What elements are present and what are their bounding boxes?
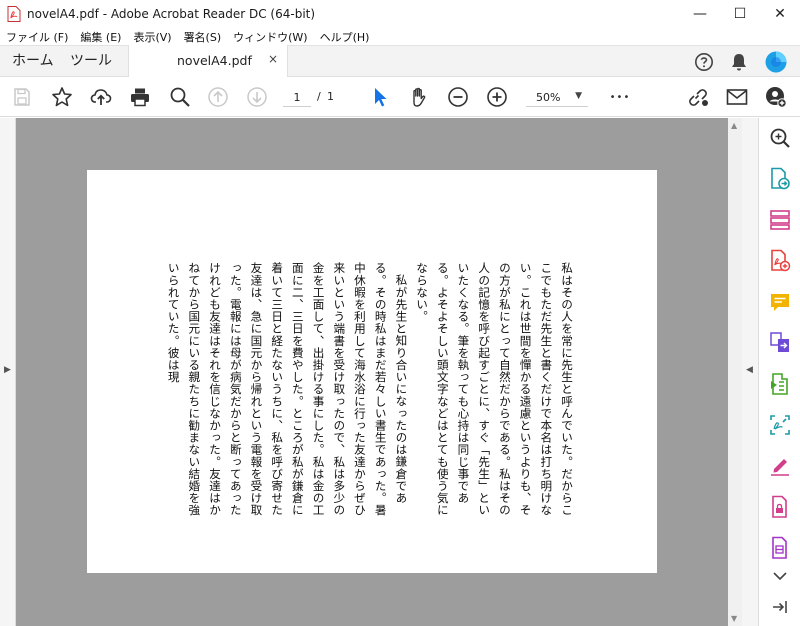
vertical-scrollbar[interactable]: ▲ ▼: [728, 118, 742, 626]
menu-window[interactable]: ウィンドウ(W): [233, 29, 307, 45]
next-page-icon[interactable]: [245, 85, 269, 109]
tab-bar: ホーム ツール novelA4.pdf ×: [0, 45, 800, 78]
paragraph-1: 私はその人を常に先生と呼んでいた。だからここでもただ先生と書くだけで本名は打ち明…: [415, 262, 574, 517]
previous-page-icon[interactable]: [206, 85, 230, 109]
share-link-icon[interactable]: [686, 85, 710, 109]
window-title: novelA4.pdf - Adobe Acrobat Reader DC (6…: [27, 7, 316, 21]
zoom-level-value: 50%: [536, 91, 561, 104]
help-icon[interactable]: [692, 50, 716, 74]
left-panel-toggle[interactable]: ▶: [0, 118, 16, 626]
edit-pdf-icon[interactable]: [768, 536, 792, 560]
zoom-in-icon[interactable]: [485, 85, 509, 109]
menu-help[interactable]: ヘルプ(H): [320, 29, 370, 45]
close-window-button[interactable]: ✕: [760, 0, 800, 28]
pdf-page: 私はその人を常に先生と呼んでいた。だからここでもただ先生と書くだけで本名は打ち明…: [87, 170, 657, 573]
page-separator: /: [317, 90, 321, 103]
document-tab-label: novelA4.pdf: [177, 53, 252, 68]
menu-view[interactable]: 表示(V): [133, 29, 171, 45]
scan-ocr-icon[interactable]: [768, 413, 792, 437]
add-user-icon[interactable]: [764, 85, 788, 109]
tab-home[interactable]: ホーム: [12, 46, 54, 77]
menu-edit[interactable]: 編集 (E): [80, 29, 121, 45]
fill-sign-icon[interactable]: [768, 454, 792, 478]
right-panel-toggle[interactable]: ◀: [742, 118, 758, 626]
expand-left-arrow-icon: ▶: [4, 365, 11, 375]
organize-pages-icon[interactable]: [768, 208, 792, 232]
profile-avatar-icon[interactable]: [764, 50, 788, 74]
page-total: 1: [327, 90, 334, 103]
export-pdf-icon[interactable]: [768, 167, 792, 191]
combine-files-icon[interactable]: [768, 331, 792, 355]
pdf-file-icon: [7, 6, 21, 22]
page-number-input[interactable]: 1: [283, 89, 311, 107]
toolbar: 1 / 1 50% ▼ •••: [0, 77, 800, 117]
star-icon[interactable]: [50, 85, 74, 109]
compress-pdf-icon[interactable]: [768, 372, 792, 396]
chevron-down-icon: ▼: [575, 91, 582, 101]
menu-file[interactable]: ファイル (F): [6, 29, 68, 45]
search-zoom-icon[interactable]: [168, 85, 192, 109]
title-bar: novelA4.pdf - Adobe Acrobat Reader DC (6…: [0, 0, 800, 28]
more-tools-icon[interactable]: •••: [608, 85, 632, 109]
maximize-button[interactable]: ☐: [720, 0, 760, 28]
scroll-up-arrow-icon[interactable]: ▲: [731, 121, 737, 130]
paragraph-2: 私が先生と知り合いになったのは鎌倉である。その時私はまだ若々しい書生であった。暑…: [166, 262, 409, 517]
search-text-icon[interactable]: [768, 126, 792, 150]
mail-icon[interactable]: [725, 85, 749, 109]
print-icon[interactable]: [128, 85, 152, 109]
scroll-down-arrow-icon[interactable]: ▼: [731, 614, 737, 623]
zoom-out-icon[interactable]: [446, 85, 470, 109]
minimize-button[interactable]: —: [680, 0, 720, 28]
menu-sign[interactable]: 署名(S): [184, 29, 222, 45]
cloud-upload-icon[interactable]: [89, 85, 113, 109]
zoom-level-dropdown[interactable]: 50% ▼: [526, 89, 588, 107]
menu-bar: ファイル (F) 編集 (E) 表示(V) 署名(S) ウィンドウ(W) ヘルプ…: [0, 28, 800, 45]
chevron-down-icon[interactable]: [768, 564, 792, 588]
create-pdf-icon[interactable]: [768, 249, 792, 273]
select-cursor-icon[interactable]: [368, 85, 392, 109]
window-controls: — ☐ ✕: [680, 0, 800, 28]
protect-pdf-icon[interactable]: [768, 495, 792, 519]
close-tab-button[interactable]: ×: [268, 52, 278, 66]
bell-icon[interactable]: [727, 50, 751, 74]
save-icon[interactable]: [10, 85, 34, 109]
tools-pane: [758, 118, 800, 626]
collapse-pane-icon[interactable]: [768, 595, 792, 619]
hand-tool-icon[interactable]: [407, 85, 431, 109]
tab-document[interactable]: novelA4.pdf ×: [128, 45, 288, 78]
page-text: 私はその人を常に先生と呼んでいた。だからここでもただ先生と書くだけで本名は打ち明…: [163, 262, 577, 517]
comment-icon[interactable]: [768, 290, 792, 314]
tab-tools[interactable]: ツール: [70, 46, 112, 77]
collapse-right-arrow-icon: ◀: [746, 365, 753, 375]
